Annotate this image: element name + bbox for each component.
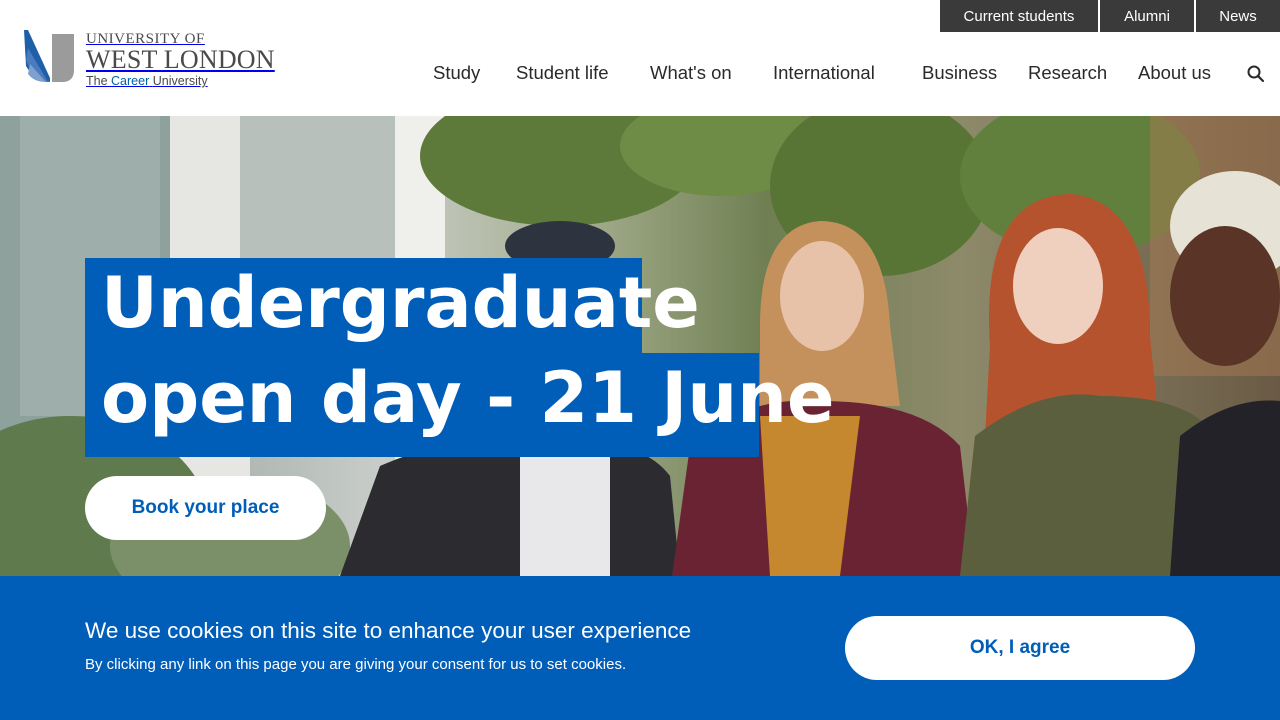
news-link[interactable]: News [1196, 0, 1280, 32]
current-students-link[interactable]: Current students [940, 0, 1098, 32]
nav-international[interactable]: International [773, 62, 875, 84]
search-icon [1247, 65, 1265, 83]
cookie-heading: We use cookies on this site to enhance y… [85, 618, 692, 643]
nav-student-life[interactable]: Student life [516, 62, 609, 84]
hero-banner: Undergraduate open day - 21 June Book yo… [0, 116, 1280, 576]
nav-study[interactable]: Study [433, 62, 480, 84]
hero-heading-line2: open day - 21 June [85, 353, 834, 457]
cookie-text: By clicking any link on this page you ar… [85, 656, 627, 673]
utility-nav: Current students Alumni News [938, 0, 1280, 32]
main-nav: Study Student life What's on Internation… [0, 62, 1280, 88]
search-button[interactable] [1246, 64, 1266, 84]
nav-about-us[interactable]: About us [1138, 62, 1211, 84]
nav-business[interactable]: Business [922, 62, 997, 84]
alumni-link[interactable]: Alumni [1100, 0, 1194, 32]
nav-whats-on[interactable]: What's on [650, 62, 732, 84]
hero-heading-line1: Undergraduate [85, 258, 700, 354]
nav-research[interactable]: Research [1028, 62, 1107, 84]
cookie-banner: We use cookies on this site to enhance y… [0, 576, 1280, 720]
cookie-agree-button[interactable]: OK, I agree [845, 616, 1195, 680]
hero-heading: Undergraduate open day - 21 June [85, 258, 834, 457]
book-your-place-button[interactable]: Book your place [85, 476, 326, 540]
